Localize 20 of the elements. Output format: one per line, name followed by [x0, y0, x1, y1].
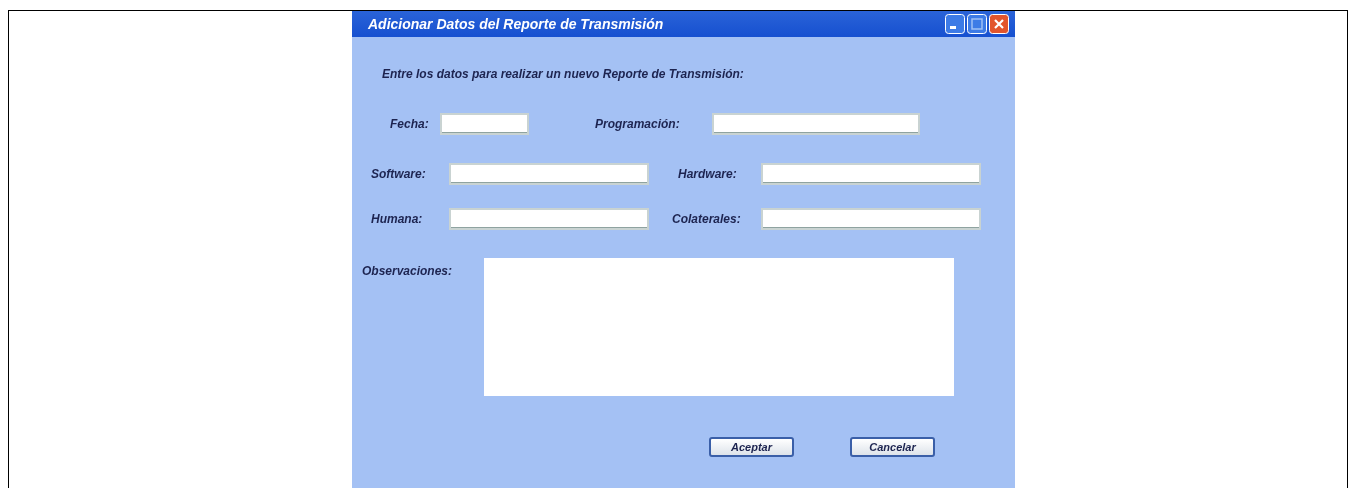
field-label: Fecha: — [390, 117, 430, 131]
input-field[interactable] — [440, 113, 529, 135]
instruction-text: Entre los datos para realizar un nuevo Reporte de Transmisión: — [382, 67, 745, 81]
field-label: Observaciones: — [362, 264, 454, 280]
field-label: Hardware: — [678, 167, 738, 181]
input-field[interactable] — [449, 163, 649, 185]
input-field[interactable] — [712, 113, 920, 135]
input-field[interactable] — [761, 208, 981, 230]
input-field[interactable] — [761, 163, 981, 185]
window-title: Adicionar Datos del Reporte de Transmisión — [368, 16, 664, 32]
input-field[interactable] — [449, 208, 649, 230]
dialog-button[interactable]: Aceptar — [709, 437, 794, 457]
maximize-icon[interactable] — [967, 14, 987, 34]
field-label: Programación: — [595, 117, 681, 131]
field-label: Software: — [371, 167, 427, 181]
dialog-button[interactable]: Cancelar — [850, 437, 935, 457]
minimize-icon[interactable] — [945, 14, 965, 34]
field-label: Colaterales: — [672, 212, 742, 226]
field-label: Humana: — [371, 212, 424, 226]
close-icon[interactable] — [989, 14, 1009, 34]
